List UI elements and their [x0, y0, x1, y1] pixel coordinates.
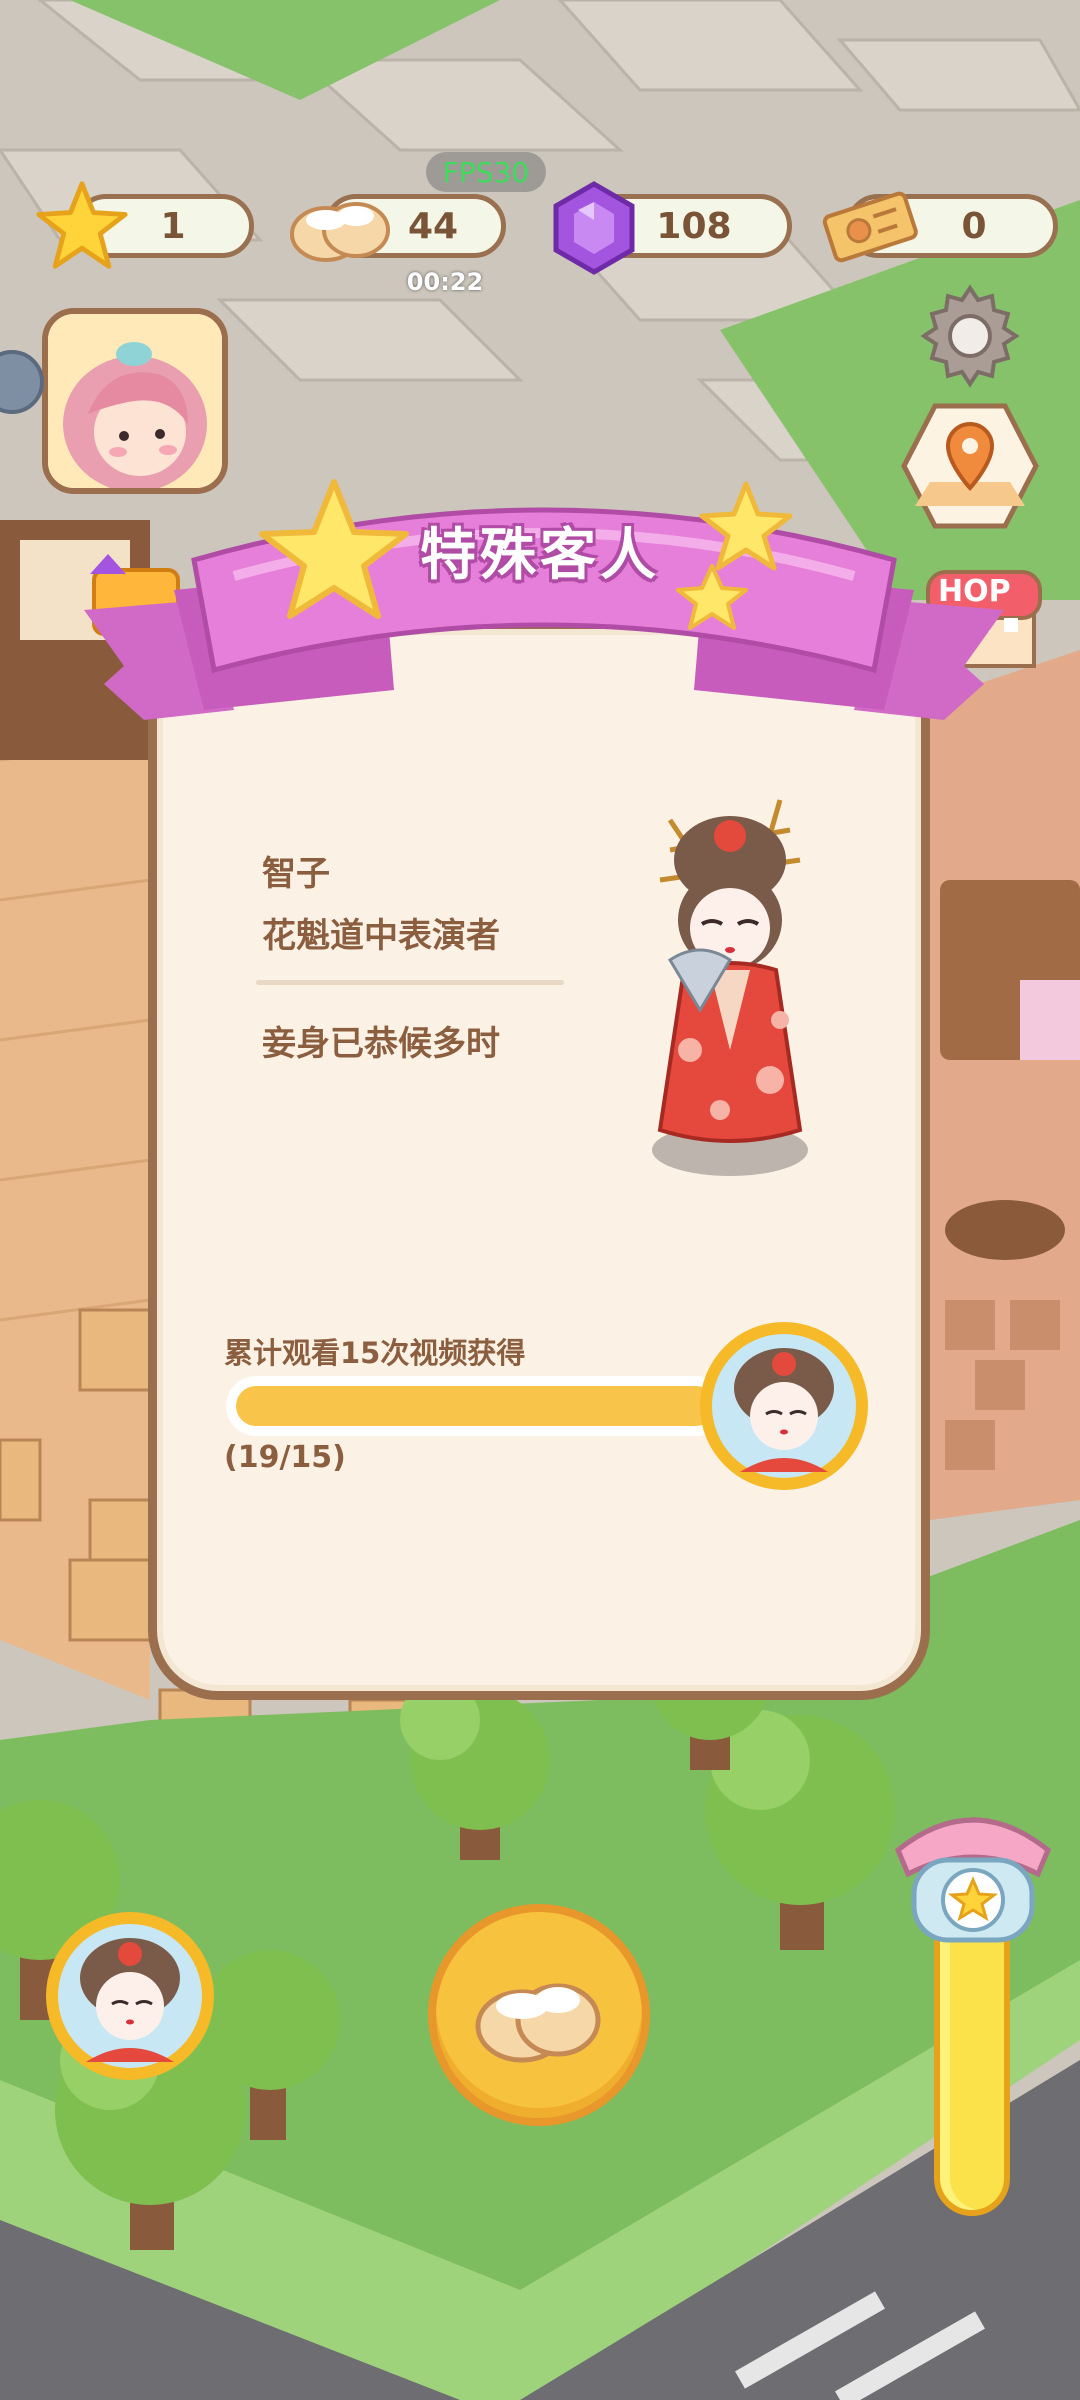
reward-character-badge[interactable]: [700, 1322, 868, 1490]
gems-count: 108: [656, 205, 732, 247]
geisha-portrait-icon: [58, 1924, 202, 2068]
stars-count: 1: [160, 205, 186, 247]
tickets-count: 0: [961, 205, 987, 247]
player-avatar[interactable]: [42, 308, 228, 494]
progress-bar-fill: [236, 1386, 716, 1426]
ticket-icon: [822, 191, 918, 263]
geisha-character-illustration: [652, 799, 808, 1176]
serve-bun-button[interactable]: [428, 1904, 650, 2126]
guest-portrait-button[interactable]: [46, 1912, 214, 2080]
settings-button[interactable]: [916, 282, 1024, 390]
bun-icon: [475, 1983, 601, 2063]
task-label: 累计观看15次视频获得: [224, 1336, 526, 1370]
phone-gauge[interactable]: [888, 1800, 1058, 2220]
star-icon: [36, 181, 128, 269]
info-divider: [256, 980, 564, 985]
progress-text: (19/15): [224, 1440, 346, 1475]
character-quote: 妾身已恭候多时: [262, 1024, 500, 1064]
bun-icon: [290, 202, 390, 262]
timer-text: 00:22: [406, 268, 484, 296]
avatar-portrait: [48, 314, 222, 488]
fps-indicator: FPS30: [426, 152, 546, 192]
gem-icon: [553, 181, 635, 275]
settings-gear-icon: [920, 284, 1020, 388]
dialog-title: 特殊客人: [420, 523, 660, 588]
buns-count: 44: [407, 205, 459, 247]
geisha-portrait-icon: [712, 1334, 856, 1478]
character-role: 花魁道中表演者: [262, 916, 500, 956]
character-name: 智子: [262, 854, 330, 894]
progress-bar: [226, 1376, 726, 1436]
telephone-icon: [894, 1817, 1052, 1943]
